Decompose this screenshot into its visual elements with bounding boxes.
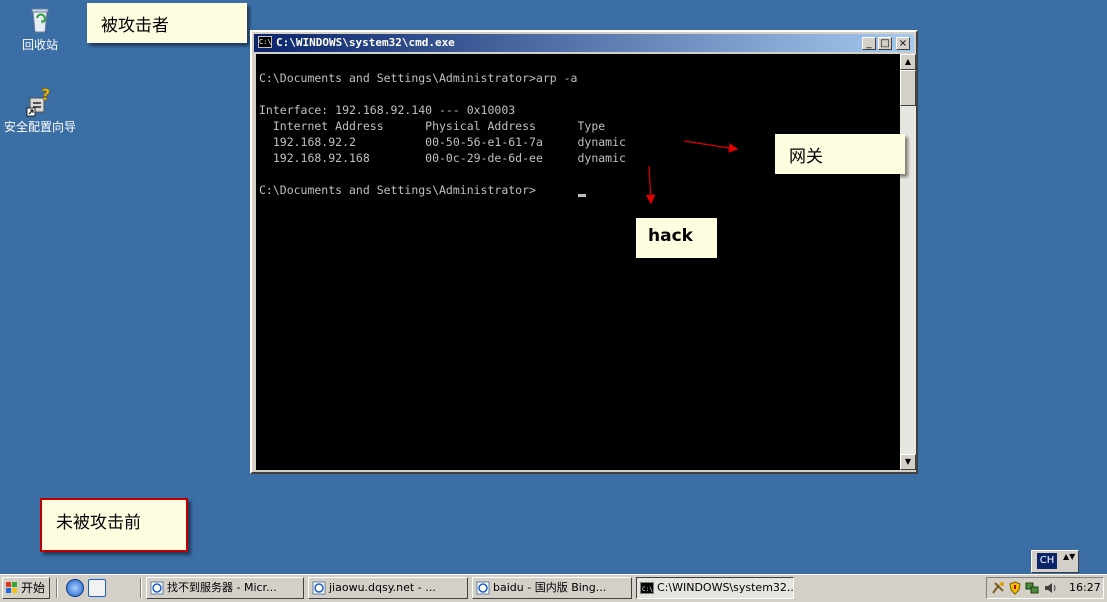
scroll-thumb[interactable] bbox=[900, 70, 916, 106]
taskbar-item-ie-1[interactable]: 找不到服务器 - Micr... bbox=[146, 577, 304, 599]
start-label: 开始 bbox=[21, 581, 46, 595]
ie-icon bbox=[312, 581, 326, 595]
desktop-icon-label: 安全配置向导 bbox=[3, 120, 76, 134]
clock[interactable]: 16:27 bbox=[1069, 578, 1101, 598]
taskbar-item-ie-2[interactable]: jiaowu.dqsy.net - ... bbox=[308, 577, 468, 599]
console-line: Interface: 192.168.92.140 --- 0x10003 bbox=[259, 103, 516, 117]
maximize-button[interactable]: □ bbox=[878, 37, 892, 50]
ie-icon bbox=[150, 581, 164, 595]
volume-icon[interactable] bbox=[1043, 581, 1057, 595]
ie-quicklaunch-icon[interactable] bbox=[66, 579, 84, 597]
console-line: Internet Address Physical Address Type bbox=[259, 119, 606, 133]
console-line: 192.168.92.168 00-0c-29-de-6d-ee dynamic bbox=[259, 151, 626, 165]
taskbar-item-label: baidu - 国内版 Bing... bbox=[493, 581, 607, 594]
windows-flag-icon bbox=[6, 582, 17, 593]
callout-gateway: 网关 bbox=[775, 134, 905, 174]
language-options-icon[interactable]: ▲▼ bbox=[1063, 552, 1075, 561]
taskbar-item-cmd[interactable]: C:\ C:\WINDOWS\system32... bbox=[636, 577, 794, 599]
console-line: C:\Documents and Settings\Administrator>… bbox=[259, 71, 578, 85]
taskbar-item-label: C:\WINDOWS\system32... bbox=[657, 581, 794, 594]
cmd-window[interactable]: C:\ C:\WINDOWS\system32\cmd.exe _ □ × C:… bbox=[250, 30, 918, 474]
callout-gateway-text: 网关 bbox=[789, 147, 823, 167]
callout-before: 未被攻击前 bbox=[40, 498, 188, 552]
svg-text:?: ? bbox=[41, 86, 50, 104]
console-line: 192.168.92.2 00-50-56-e1-61-7a dynamic bbox=[259, 135, 626, 149]
security-wizard-icon: ? bbox=[26, 86, 51, 117]
start-button[interactable]: 开始 bbox=[2, 577, 50, 599]
network-connection-icon[interactable] bbox=[1025, 581, 1039, 595]
callout-hack: hack bbox=[636, 218, 717, 258]
callout-hack-text: hack bbox=[648, 226, 693, 246]
taskbar-item-ie-3[interactable]: baidu - 国内版 Bing... bbox=[472, 577, 632, 599]
taskbar-separator bbox=[56, 578, 58, 598]
cmd-icon: C:\ bbox=[258, 36, 272, 48]
scroll-up-button[interactable]: ▲ bbox=[900, 54, 916, 70]
scroll-down-button[interactable]: ▼ bbox=[900, 454, 916, 470]
language-indicator[interactable]: CH bbox=[1037, 553, 1057, 569]
taskbar: 开始 找不到服务器 - Micr... jiaowu.dqsy.net - ..… bbox=[0, 574, 1107, 602]
desktop-icon-security-wizard[interactable]: ? 安全配置向导 bbox=[0, 86, 80, 134]
recycle-bin-icon bbox=[31, 8, 49, 33]
close-button[interactable]: × bbox=[896, 37, 910, 50]
cmd-icon: C:\ bbox=[640, 582, 654, 594]
desktop-quicklaunch-icon[interactable] bbox=[88, 579, 106, 597]
desktop-icon-recycle-bin[interactable]: 回收站 bbox=[0, 4, 80, 52]
security-shield-icon[interactable] bbox=[1008, 581, 1022, 595]
taskbar-item-label: 找不到服务器 - Micr... bbox=[167, 581, 277, 594]
desktop-icon-label: 回收站 bbox=[21, 38, 58, 52]
taskbar-item-label: jiaowu.dqsy.net - ... bbox=[329, 581, 436, 594]
ie-icon bbox=[476, 581, 490, 595]
callout-before-text: 未被攻击前 bbox=[56, 513, 141, 533]
callout-victim: 被攻击者 bbox=[87, 3, 247, 43]
cmd-titlebar[interactable]: C:\ C:\WINDOWS\system32\cmd.exe _ □ × bbox=[254, 34, 914, 52]
language-bar[interactable]: CH ▲▼ bbox=[1031, 550, 1079, 573]
minimize-button[interactable]: _ bbox=[862, 37, 876, 50]
cmd-title: C:\WINDOWS\system32\cmd.exe bbox=[276, 36, 455, 49]
svg-text:C:\: C:\ bbox=[642, 586, 653, 593]
system-tray: 16:27 bbox=[986, 577, 1104, 599]
callout-victim-text: 被攻击者 bbox=[101, 16, 169, 36]
console-output[interactable]: C:\Documents and Settings\Administrator>… bbox=[256, 54, 900, 470]
text-cursor bbox=[578, 194, 586, 197]
taskbar-separator bbox=[140, 578, 142, 598]
console-line: C:\Documents and Settings\Administrator> bbox=[259, 183, 536, 197]
vertical-scrollbar[interactable]: ▲ ▼ bbox=[900, 54, 916, 470]
network-tools-icon[interactable] bbox=[991, 581, 1005, 595]
